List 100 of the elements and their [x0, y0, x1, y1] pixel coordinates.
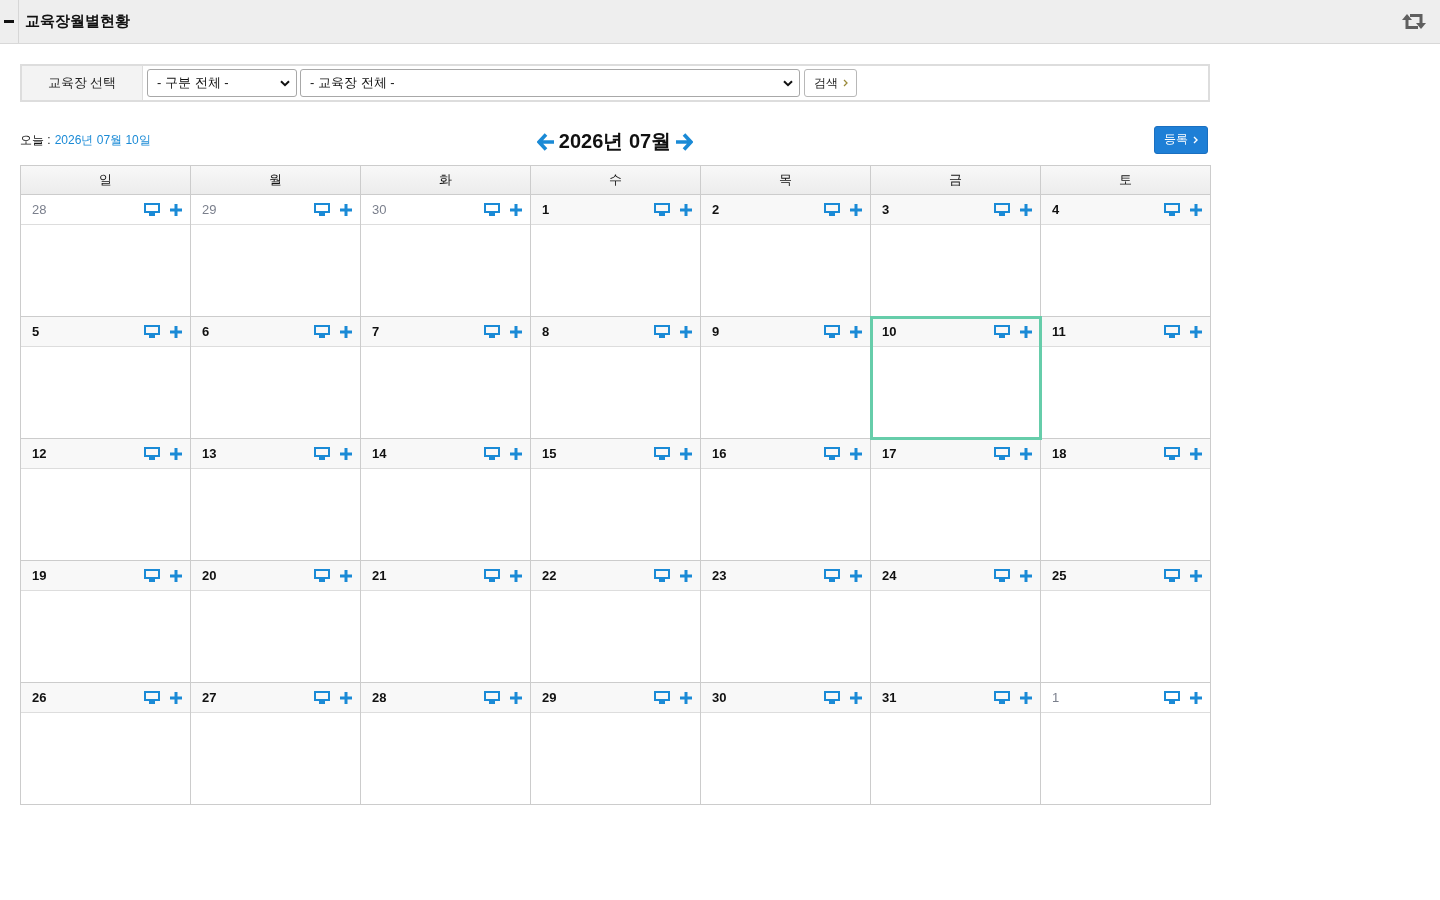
- monitor-icon[interactable]: [824, 691, 840, 704]
- plus-icon[interactable]: [1020, 203, 1032, 216]
- monitor-icon[interactable]: [824, 325, 840, 338]
- weekday-label: 일: [21, 166, 191, 195]
- day-number: 23: [712, 568, 727, 583]
- chevron-right-icon: [842, 79, 848, 87]
- plus-icon[interactable]: [1190, 325, 1202, 338]
- chevron-right-icon: [1193, 135, 1198, 144]
- monitor-icon[interactable]: [144, 691, 160, 704]
- plus-icon[interactable]: [170, 447, 182, 460]
- monitor-icon[interactable]: [484, 447, 500, 460]
- monitor-icon[interactable]: [314, 325, 330, 338]
- monitor-icon[interactable]: [654, 203, 670, 216]
- refresh-icon[interactable]: [1402, 13, 1426, 30]
- plus-icon[interactable]: [340, 691, 352, 704]
- plus-icon[interactable]: [340, 203, 352, 216]
- chevron-down-icon: [280, 79, 290, 87]
- day-number: 30: [712, 690, 727, 705]
- panel-title: 교육장월별현황: [25, 12, 130, 31]
- day-number: 19: [32, 568, 47, 583]
- day-number: 31: [882, 690, 897, 705]
- monitor-icon[interactable]: [1164, 325, 1180, 338]
- monitor-icon[interactable]: [654, 325, 670, 338]
- plus-icon[interactable]: [510, 691, 522, 704]
- plus-icon[interactable]: [170, 203, 182, 216]
- monitor-icon[interactable]: [484, 325, 500, 338]
- monitor-icon[interactable]: [1164, 691, 1180, 704]
- monitor-icon[interactable]: [144, 569, 160, 582]
- plus-icon[interactable]: [1190, 691, 1202, 704]
- monitor-icon[interactable]: [824, 203, 840, 216]
- day-number: 5: [32, 324, 40, 339]
- day-number: 13: [202, 446, 217, 461]
- plus-icon[interactable]: [170, 569, 182, 582]
- monitor-icon[interactable]: [824, 447, 840, 460]
- plus-icon[interactable]: [340, 325, 352, 338]
- monitor-icon[interactable]: [994, 691, 1010, 704]
- plus-icon[interactable]: [1190, 447, 1202, 460]
- day-number: 4: [1052, 202, 1060, 217]
- monitor-icon[interactable]: [314, 691, 330, 704]
- today-label: 오늘 :: [20, 132, 51, 149]
- register-button[interactable]: 등록: [1154, 125, 1208, 154]
- monitor-icon[interactable]: [484, 691, 500, 704]
- day-number: 25: [1052, 568, 1067, 583]
- day-number: 28: [372, 690, 387, 705]
- plus-icon[interactable]: [1190, 203, 1202, 216]
- plus-icon[interactable]: [170, 691, 182, 704]
- monitor-icon[interactable]: [314, 447, 330, 460]
- monitor-icon[interactable]: [144, 203, 160, 216]
- weekday-label: 금: [871, 166, 1041, 195]
- day-number: 17: [882, 446, 897, 461]
- plus-icon[interactable]: [510, 447, 522, 460]
- monitor-icon[interactable]: [654, 691, 670, 704]
- plus-icon[interactable]: [170, 325, 182, 338]
- monitor-icon[interactable]: [314, 203, 330, 216]
- monitor-icon[interactable]: [1164, 447, 1180, 460]
- plus-icon[interactable]: [1020, 691, 1032, 704]
- monitor-icon[interactable]: [484, 203, 500, 216]
- day-number: 9: [712, 324, 720, 339]
- monitor-icon[interactable]: [994, 325, 1010, 338]
- today-date: 2026년 07월 10일: [54, 132, 151, 149]
- monitor-icon[interactable]: [994, 447, 1010, 460]
- day-number: 1: [542, 202, 550, 217]
- plus-icon[interactable]: [340, 569, 352, 582]
- plus-icon[interactable]: [850, 447, 862, 460]
- monitor-icon[interactable]: [144, 325, 160, 338]
- monitor-icon[interactable]: [994, 203, 1010, 216]
- monitor-icon[interactable]: [484, 569, 500, 582]
- plus-icon[interactable]: [510, 569, 522, 582]
- plus-icon[interactable]: [680, 203, 692, 216]
- plus-icon[interactable]: [1190, 569, 1202, 582]
- arrow-left-icon[interactable]: [536, 132, 555, 151]
- plus-icon[interactable]: [850, 203, 862, 216]
- monitor-icon[interactable]: [1164, 569, 1180, 582]
- plus-icon[interactable]: [680, 447, 692, 460]
- plus-icon[interactable]: [510, 325, 522, 338]
- plus-icon[interactable]: [850, 325, 862, 338]
- plus-icon[interactable]: [1020, 325, 1032, 338]
- weekday-label: 토: [1041, 166, 1211, 195]
- plus-icon[interactable]: [680, 691, 692, 704]
- monitor-icon[interactable]: [824, 569, 840, 582]
- day-number: 29: [202, 202, 217, 217]
- monitor-icon[interactable]: [144, 447, 160, 460]
- plus-icon[interactable]: [680, 569, 692, 582]
- plus-icon[interactable]: [1020, 447, 1032, 460]
- monitor-icon[interactable]: [994, 569, 1010, 582]
- plus-icon[interactable]: [680, 325, 692, 338]
- monitor-icon[interactable]: [654, 447, 670, 460]
- search-button[interactable]: 검색: [804, 69, 857, 97]
- arrow-right-icon[interactable]: [675, 132, 694, 151]
- day-number: 16: [712, 446, 727, 461]
- monitor-icon[interactable]: [314, 569, 330, 582]
- plus-icon[interactable]: [510, 203, 522, 216]
- plus-icon[interactable]: [1020, 569, 1032, 582]
- monitor-icon[interactable]: [1164, 203, 1180, 216]
- plus-icon[interactable]: [850, 691, 862, 704]
- dropdown[interactable]: - 구분 전체 -: [147, 69, 297, 97]
- dropdown[interactable]: - 교육장 전체 -: [300, 69, 800, 97]
- plus-icon[interactable]: [850, 569, 862, 582]
- plus-icon[interactable]: [340, 447, 352, 460]
- monitor-icon[interactable]: [654, 569, 670, 582]
